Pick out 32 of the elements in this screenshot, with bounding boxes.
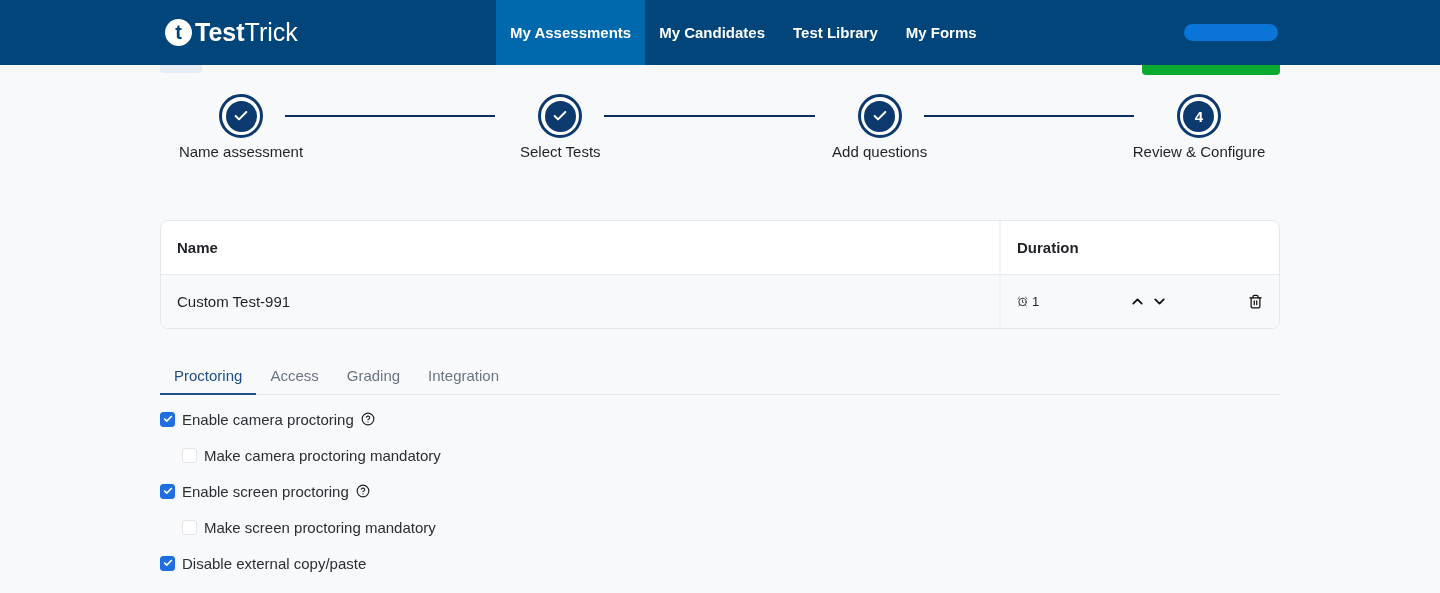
checkbox[interactable] (160, 483, 175, 499)
check-icon (162, 414, 173, 424)
settings-tab[interactable]: Access (256, 360, 333, 395)
option-label: Make screen proctoring mandatory (204, 518, 436, 536)
help-icon[interactable] (355, 484, 370, 498)
checkbox[interactable] (160, 555, 175, 571)
step-indicator: 4 (1177, 94, 1221, 138)
check-icon (162, 558, 173, 568)
duration-text: 1 (1032, 294, 1040, 309)
nav-tab[interactable]: My Forms (891, 0, 991, 65)
trash-icon[interactable] (1248, 294, 1263, 309)
nav-tab[interactable]: My Candidates (645, 0, 780, 65)
settings-tab[interactable]: Grading (332, 360, 415, 395)
option-label: Enable screen proctoring (182, 482, 349, 500)
logo[interactable]: t TestTrick (165, 0, 496, 65)
step-label: Add questions (832, 143, 928, 160)
settings-tab[interactable]: Proctoring (160, 360, 257, 395)
step-label: Select Tests (520, 143, 601, 160)
checkbox[interactable] (160, 411, 175, 427)
check-icon (162, 486, 173, 496)
step-label: Name assessment (178, 143, 304, 160)
nav-tab[interactable]: Test Library (779, 0, 892, 65)
clock-icon (1017, 296, 1028, 307)
option-label: Make camera proctoring mandatory (204, 446, 441, 464)
option-label: Enable camera proctoring (182, 410, 354, 428)
column-header: Name (176, 238, 219, 258)
help-icon[interactable] (360, 412, 375, 426)
settings-tab[interactable]: Integration (414, 360, 513, 395)
step-label: Review & Configure (1132, 143, 1266, 160)
nav-tab[interactable]: My Assessments (496, 0, 646, 65)
table-cell-text: Custom Test-991 (176, 292, 292, 312)
option-label: Disable external copy/paste (182, 554, 367, 572)
